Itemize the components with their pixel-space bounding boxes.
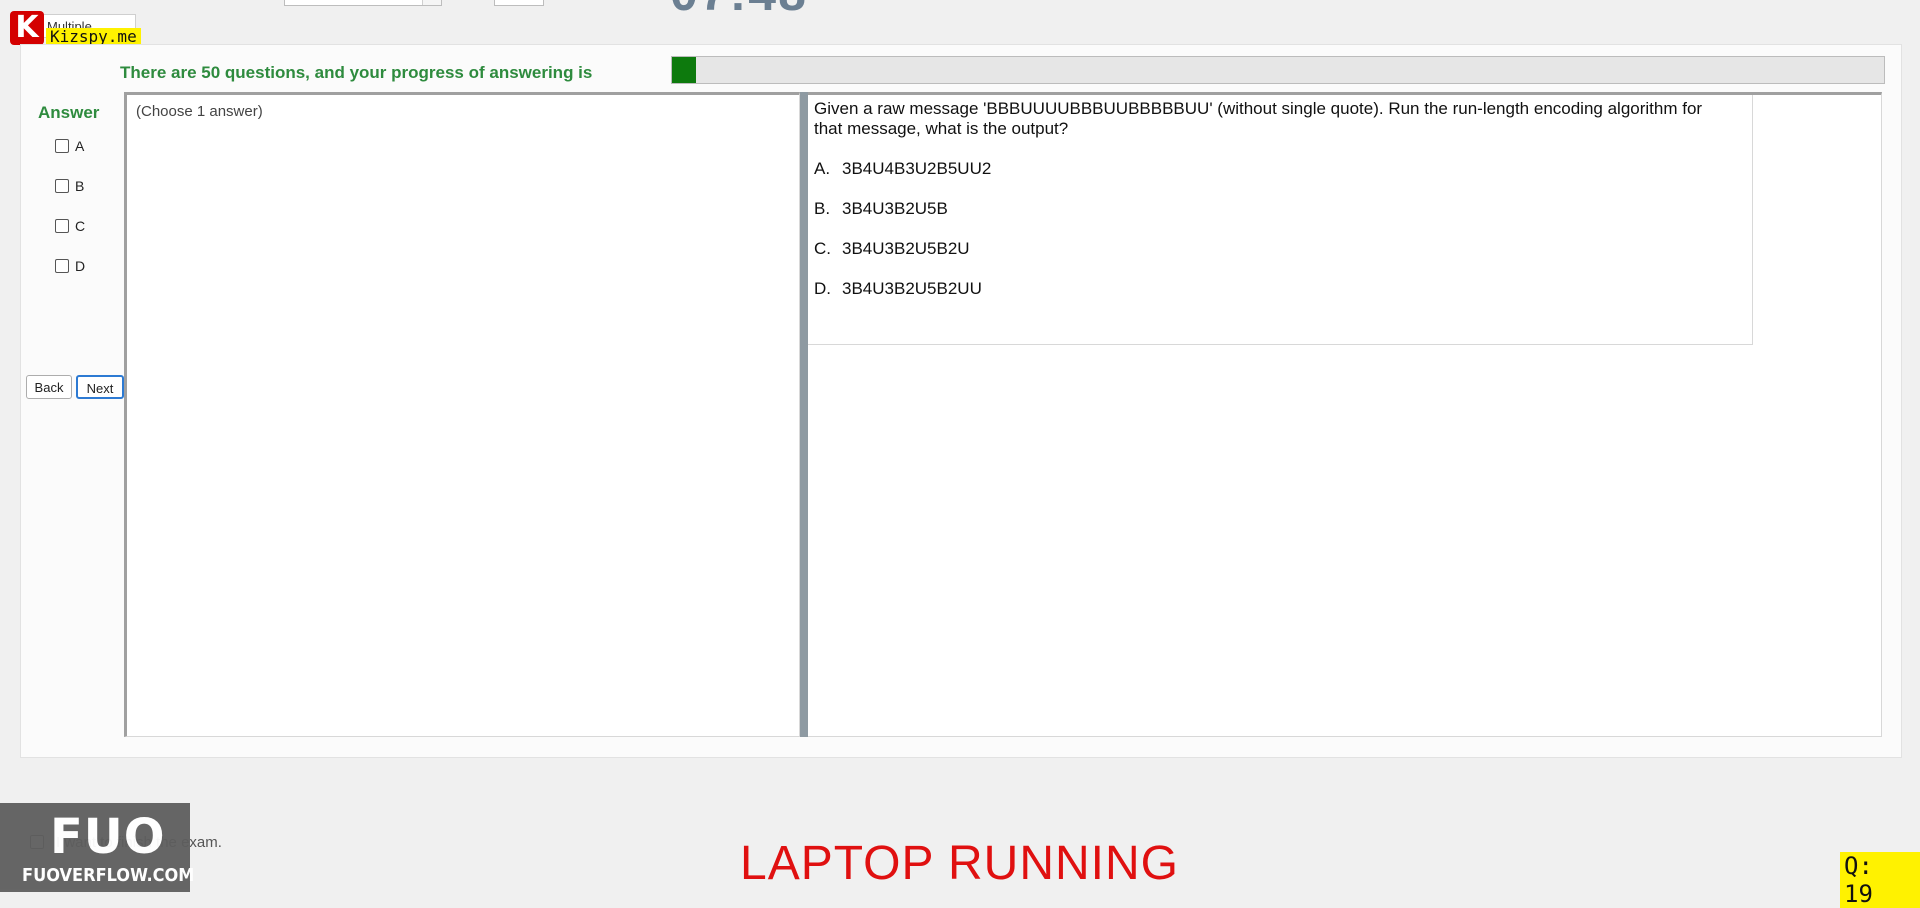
question-number-badge: Q: 19 [1840,852,1920,908]
option-letter: B. [814,199,831,218]
answer-option-d[interactable]: D [55,258,85,274]
next-button[interactable]: Next [76,375,124,399]
fuoverflow-watermark: FUO FUOVERFLOW.COM [0,803,194,892]
option-text: 3B4U3B2U5B2UU [842,279,982,298]
question-box: Given a raw message 'BBBUUUUBBBUUBBBBBUU… [808,92,1882,737]
option-text: 3B4U4B3U2B5UU2 [842,159,992,178]
answer-option-label: A [75,138,85,154]
exam-code-select[interactable] [284,0,442,6]
back-button[interactable]: Back [26,375,72,399]
question-option-a: A. 3B4U4B3U2B5UU2 [814,159,1746,179]
chevron-down-icon[interactable] [422,0,441,5]
checkbox-b[interactable] [55,179,69,193]
answer-option-label: D [75,258,86,274]
status-text: LAPTOP RUNNING [740,837,1179,890]
option-text: 3B4U3B2U5B2U [842,239,970,258]
answer-title: Answer [38,103,100,122]
checkbox-d[interactable] [55,259,69,273]
font-size-select[interactable] [494,0,544,6]
fuo-logo-icon: FUO [50,809,166,865]
splitter[interactable] [800,92,808,737]
countdown-timer: 07:48 [670,0,808,22]
answer-option-label: B [75,178,85,194]
question-text: Given a raw message 'BBBUUUUBBBUUBBBBBUU… [814,99,1703,138]
kizspy-logo-icon: K [10,11,44,45]
option-letter: A. [814,159,831,178]
question-option-d: D. 3B4U3B2U5B2UU [814,279,1746,299]
progress-label: There are 50 questions, and your progres… [120,63,593,82]
option-letter: D. [814,279,831,298]
choose-hint: (Choose 1 answer) [136,103,263,120]
fuo-site-text: FUOVERFLOW.COM [22,865,195,886]
question-option-c: C. 3B4U3B2U5B2U [814,239,1746,259]
checkbox-a[interactable] [55,139,69,153]
progress-fill [672,57,697,83]
answer-option-c[interactable]: C [55,218,85,234]
answer-option-b[interactable]: B [55,178,84,194]
checkbox-c[interactable] [55,219,69,233]
progress-bar [671,56,1885,84]
option-letter: C. [814,239,831,258]
question-content: Given a raw message 'BBBUUUUBBBUUBBBBBUU… [808,95,1753,345]
question-option-b: B. 3B4U3B2U5B [814,199,1746,219]
answer-option-label: C [75,218,86,234]
answer-option-a[interactable]: A [55,138,84,154]
option-text: 3B4U3B2U5B [842,199,948,218]
answer-hint-box: (Choose 1 answer) [124,92,800,737]
